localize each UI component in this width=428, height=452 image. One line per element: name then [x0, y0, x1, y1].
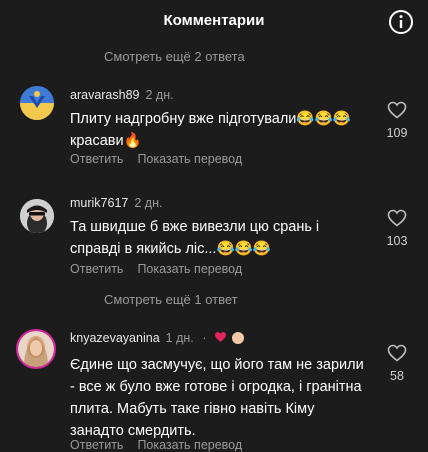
reply-button[interactable]: Ответить	[70, 152, 123, 166]
reply-button[interactable]: Ответить	[70, 438, 123, 452]
reply-button[interactable]: Ответить	[70, 262, 123, 276]
comment-time: 2 дн.	[134, 196, 163, 210]
header: Комментарии	[0, 0, 428, 46]
heart-icon	[387, 344, 407, 362]
like-count: 58	[390, 369, 404, 383]
like-button[interactable]: 109	[382, 101, 412, 140]
info-icon[interactable]	[388, 9, 414, 35]
comment-time: 2 дн.	[145, 88, 174, 102]
view-more-replies-button[interactable]: Смотреть ещё 2 ответа	[104, 49, 245, 64]
show-translation-button[interactable]: Показать перевод	[137, 438, 242, 452]
like-count: 109	[386, 126, 408, 140]
comment-text: Та швидше б вже вивезли цю срань і справ…	[70, 219, 320, 257]
heart-icon	[387, 101, 407, 119]
comment-text: Плиту надгробну вже підготували😂😂😂красав…	[70, 111, 351, 149]
avatar[interactable]	[20, 86, 54, 120]
page-title: Комментарии	[163, 12, 265, 29]
comment-username[interactable]: aravarash89	[70, 88, 140, 102]
like-button[interactable]: 58	[382, 344, 412, 383]
comment-username[interactable]: murik7617	[70, 196, 128, 210]
comment-text: Єдине що засмучує, що його там не зарили…	[70, 357, 364, 439]
separator-dot: ·	[202, 331, 207, 345]
like-count: 103	[386, 234, 408, 248]
comment-time: 1 дн.	[165, 331, 194, 345]
creator-avatar	[232, 332, 245, 344]
creator-liked-heart-icon	[214, 332, 226, 342]
avatar[interactable]	[16, 329, 56, 369]
comment-username[interactable]: knyazevayanina	[70, 331, 160, 345]
like-button[interactable]: 103	[382, 209, 412, 248]
avatar[interactable]	[20, 199, 54, 233]
show-translation-button[interactable]: Показать перевод	[137, 262, 242, 276]
view-more-replies-button[interactable]: Смотреть ещё 1 ответ	[104, 292, 238, 307]
heart-icon	[387, 209, 407, 227]
show-translation-button[interactable]: Показать перевод	[137, 152, 242, 166]
